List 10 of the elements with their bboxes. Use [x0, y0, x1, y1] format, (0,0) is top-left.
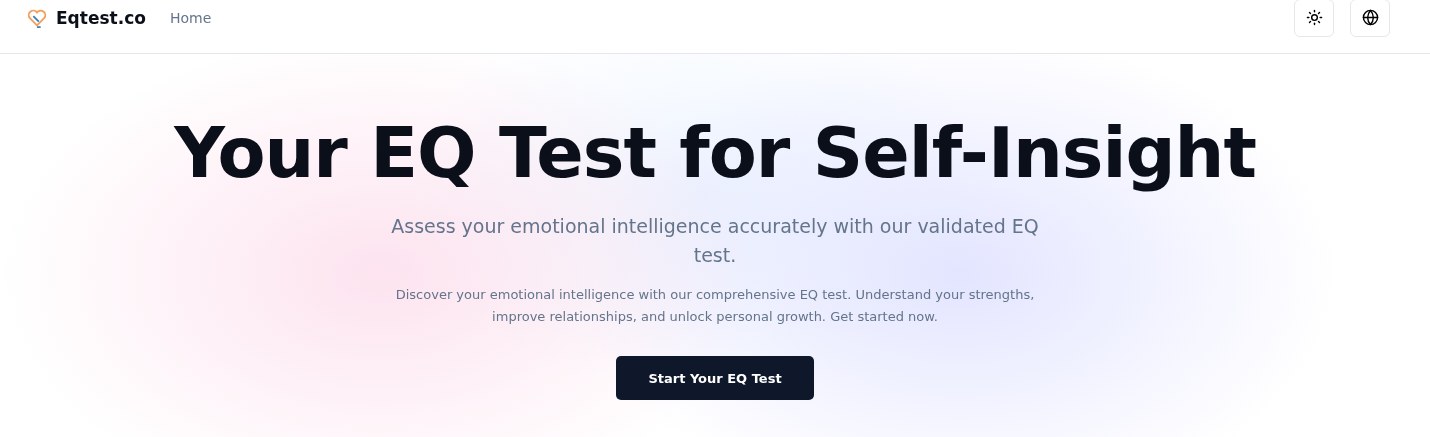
start-test-button[interactable]: Start Your EQ Test — [616, 356, 814, 400]
hero-description: Discover your emotional intelligence with our comprehensive EQ test. Understand your strengths, improve relationships, and unlock personal growth. Get started now. — [395, 286, 1035, 326]
brand-name: Eqtest.co — [56, 7, 146, 28]
theme-toggle-button[interactable] — [1294, 0, 1334, 37]
hero-title: Your EQ Test for Self-Insight — [174, 112, 1256, 194]
language-button[interactable] — [1350, 0, 1390, 37]
nav-link[interactable]: Home — [169, 9, 212, 26]
sun-icon — [1305, 9, 1323, 26]
globe-icon — [1361, 9, 1379, 26]
hero-subtitle: Assess your emotional intelligence accurately with our validated EQ test. — [390, 214, 1040, 268]
